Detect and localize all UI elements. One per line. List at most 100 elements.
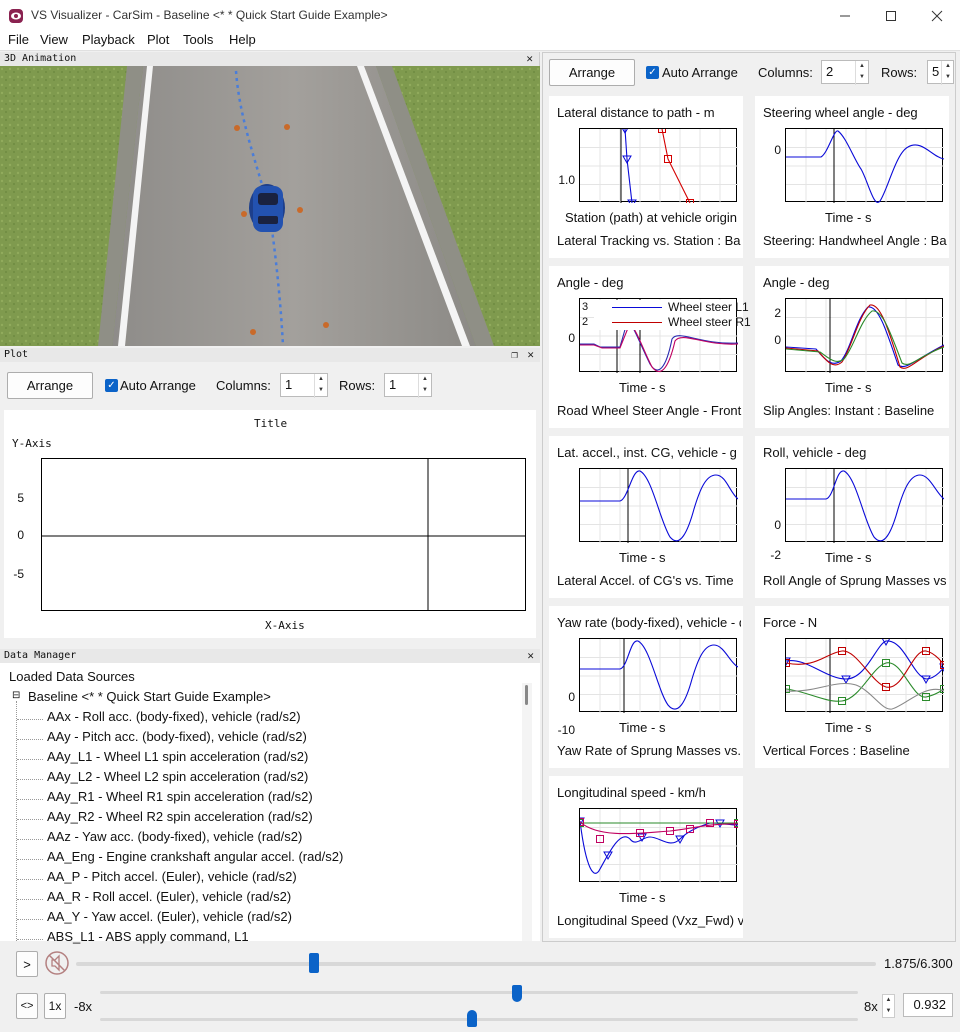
tree-branch-line: [17, 919, 43, 920]
auto-arrange-checkbox[interactable]: ✓: [105, 379, 118, 392]
mute-icon[interactable]: [44, 950, 70, 976]
plot-card[interactable]: Longitudinal speed - km/h Time - s Longitu…: [549, 776, 743, 938]
tree-scrollbar[interactable]: [522, 683, 532, 941]
plot-card-description: Slip Angles: Instant : Baseline: [763, 403, 935, 418]
menu-view[interactable]: View: [40, 32, 68, 47]
app-logo-icon: [9, 9, 23, 23]
speed-min-label: -8x: [74, 999, 93, 1014]
3d-scene-viewport[interactable]: [0, 66, 540, 346]
tree-item[interactable]: AA_R - Roll accel. (Euler), vehicle (rad…: [47, 889, 291, 904]
collapse-icon[interactable]: ⊟: [12, 690, 20, 701]
tree-item[interactable]: AAy_R1 - Wheel R1 spin acceleration (rad…: [47, 789, 313, 804]
empty-plot-area[interactable]: Title Y-Axis X-Axis 5 0 -5: [4, 410, 536, 638]
grid-columns-spin-arrows-icon[interactable]: ▲ ▼: [855, 61, 868, 85]
y-tick: 0: [568, 690, 575, 704]
timeline-track[interactable]: [76, 962, 876, 966]
plot-card[interactable]: Lateral distance to path - m 1.0 Station (…: [549, 96, 743, 258]
y-tick: 0: [774, 518, 781, 532]
plot-card[interactable]: Angle - deg 2 0 Time - s Slip Angles: Instan…: [755, 266, 949, 428]
tree-root[interactable]: Loaded Data Sources: [9, 669, 135, 684]
menu-file[interactable]: File: [8, 32, 29, 47]
play-button[interactable]: >: [16, 951, 38, 977]
plot-card-xlabel: Time - s: [619, 380, 666, 395]
tree-dataset[interactable]: Baseline <* * Quick Start Guide Example>: [28, 689, 271, 704]
plot-card-chart: [575, 808, 742, 883]
tree-branch-line: [17, 819, 43, 820]
tree-item[interactable]: AAy - Pitch acc. (body-fixed), vehicle (…: [47, 729, 307, 744]
grid-rows-label: Rows:: [881, 65, 918, 80]
plot-card-svg: [786, 129, 945, 203]
animation-close-icon[interactable]: ✕: [526, 52, 533, 66]
tree-item[interactable]: AA_P - Pitch accel. (Euler), vehicle (ra…: [47, 869, 297, 884]
grid-columns-label: Columns:: [758, 65, 813, 80]
plot-card[interactable]: Roll, vehicle - deg 0 -2 Time - s Roll Angle…: [755, 436, 949, 598]
title-bar: VS Visualizer - CarSim - Baseline <* * Q…: [0, 0, 960, 31]
plot-panel-header: Plot ❐ ✕: [0, 348, 540, 362]
plot-title: Title: [254, 417, 288, 430]
menu-help[interactable]: Help: [229, 32, 256, 47]
close-icon[interactable]: [914, 0, 960, 31]
grid-auto-arrange-label: Auto Arrange: [662, 65, 738, 80]
float-icon[interactable]: ❐: [511, 348, 518, 362]
animation-panel-header: 3D Animation ✕: [0, 52, 539, 66]
plot-card-xlabel: Time - s: [825, 380, 872, 395]
grid-arrange-button[interactable]: Arrange: [549, 59, 635, 86]
plot-card[interactable]: Steering wheel angle - deg 0 Time - s Steer…: [755, 96, 949, 258]
tree-item[interactable]: ABS_L1 - ABS apply command, L1: [47, 929, 249, 944]
tree-item[interactable]: AAy_L1 - Wheel L1 spin acceleration (rad…: [47, 749, 308, 764]
tree-scroll-thumb[interactable]: [525, 685, 528, 705]
legend-entry: Wheel steer L1: [668, 300, 749, 314]
arrange-button[interactable]: Arrange: [7, 372, 93, 399]
maximize-icon[interactable]: [868, 0, 914, 31]
speed-slider-thumb[interactable]: [511, 985, 522, 1002]
speed-track[interactable]: [100, 991, 858, 994]
plot-card-xlabel: Time - s: [619, 890, 666, 905]
plot-card-description: Lateral Accel. of CG's vs. Time: [557, 573, 734, 588]
tree-item[interactable]: AA_Eng - Engine crankshaft angular accel…: [47, 849, 343, 864]
plot-card-title: Force - N: [763, 615, 818, 630]
plot-card-xlabel: Station (path) at vehicle origin: [565, 210, 737, 225]
legend-number: 2: [582, 316, 589, 328]
series-line: [785, 310, 945, 365]
plot-card-svg: [580, 469, 739, 543]
tree-item[interactable]: AA_Y - Yaw accel. (Euler), vehicle (rad/…: [47, 909, 292, 924]
plot-card-title: Lateral distance to path - m: [557, 105, 715, 120]
tree-item[interactable]: AAz - Yaw acc. (body-fixed), vehicle (ra…: [47, 829, 302, 844]
plot-card-description: Roll Angle of Sprung Masses vs: [763, 573, 947, 588]
tree-item[interactable]: AAx - Roll acc. (body-fixed), vehicle (r…: [47, 709, 301, 724]
y-axis-label: Y-Axis: [12, 437, 52, 450]
plot-card[interactable]: Force - N Time - s Vertical Forces : Basel…: [755, 606, 949, 768]
car-icon: [249, 184, 285, 232]
speed-value-field[interactable]: 0.932: [903, 993, 953, 1017]
menu-playback[interactable]: Playback: [82, 32, 135, 47]
speed-spin-arrows-icon[interactable]: ▲ ▼: [882, 994, 895, 1018]
tree-item[interactable]: AAy_L2 - Wheel L2 spin acceleration (rad…: [47, 769, 308, 784]
tree-branch-line: [17, 879, 43, 880]
menu-plot[interactable]: Plot: [147, 32, 169, 47]
x-axis-label: X-Axis: [265, 619, 305, 632]
plot-card[interactable]: Yaw rate (body-fixed), vehicle - deg/s 0 -…: [549, 606, 743, 768]
plot-card-description: Longitudinal Speed (Vxz_Fwd) v: [557, 913, 743, 928]
lower-track[interactable]: [100, 1018, 858, 1021]
plot-card-title: Lat. accel., inst. CG, vehicle - g: [557, 445, 737, 460]
plot-card[interactable]: Lat. accel., inst. CG, vehicle - g Time -…: [549, 436, 743, 598]
data-manager-close-icon[interactable]: ✕: [527, 649, 534, 663]
plot-close-icon[interactable]: ✕: [527, 348, 534, 362]
plot-card-xlabel: Time - s: [825, 210, 872, 225]
menu-tools[interactable]: Tools: [183, 32, 213, 47]
plot-card[interactable]: Angle - deg 3 Wheel steer L1 2 Wheel steer R…: [549, 266, 751, 428]
legend-entry: Wheel steer R1: [668, 315, 751, 329]
plot-card-title: Yaw rate (body-fixed), vehicle - deg/s: [557, 615, 741, 630]
minimize-icon[interactable]: [822, 0, 868, 31]
y-tick: 5: [17, 491, 24, 505]
timeline-slider-thumb[interactable]: [309, 953, 320, 973]
grid-auto-arrange-checkbox[interactable]: ✓: [646, 66, 659, 79]
grid-rows-spin-arrows-icon[interactable]: ▲ ▼: [941, 61, 954, 85]
y-tick: 0: [568, 331, 575, 345]
rows-spin-arrows-icon[interactable]: ▲ ▼: [418, 374, 431, 398]
tree-item[interactable]: AAy_R2 - Wheel R2 spin acceleration (rad…: [47, 809, 313, 824]
columns-spin-arrows-icon[interactable]: ▲ ▼: [314, 374, 327, 398]
lower-slider-thumb[interactable]: [466, 1010, 477, 1027]
speed-reset-button[interactable]: 1x: [44, 993, 66, 1019]
loop-button[interactable]: <>: [16, 993, 38, 1019]
